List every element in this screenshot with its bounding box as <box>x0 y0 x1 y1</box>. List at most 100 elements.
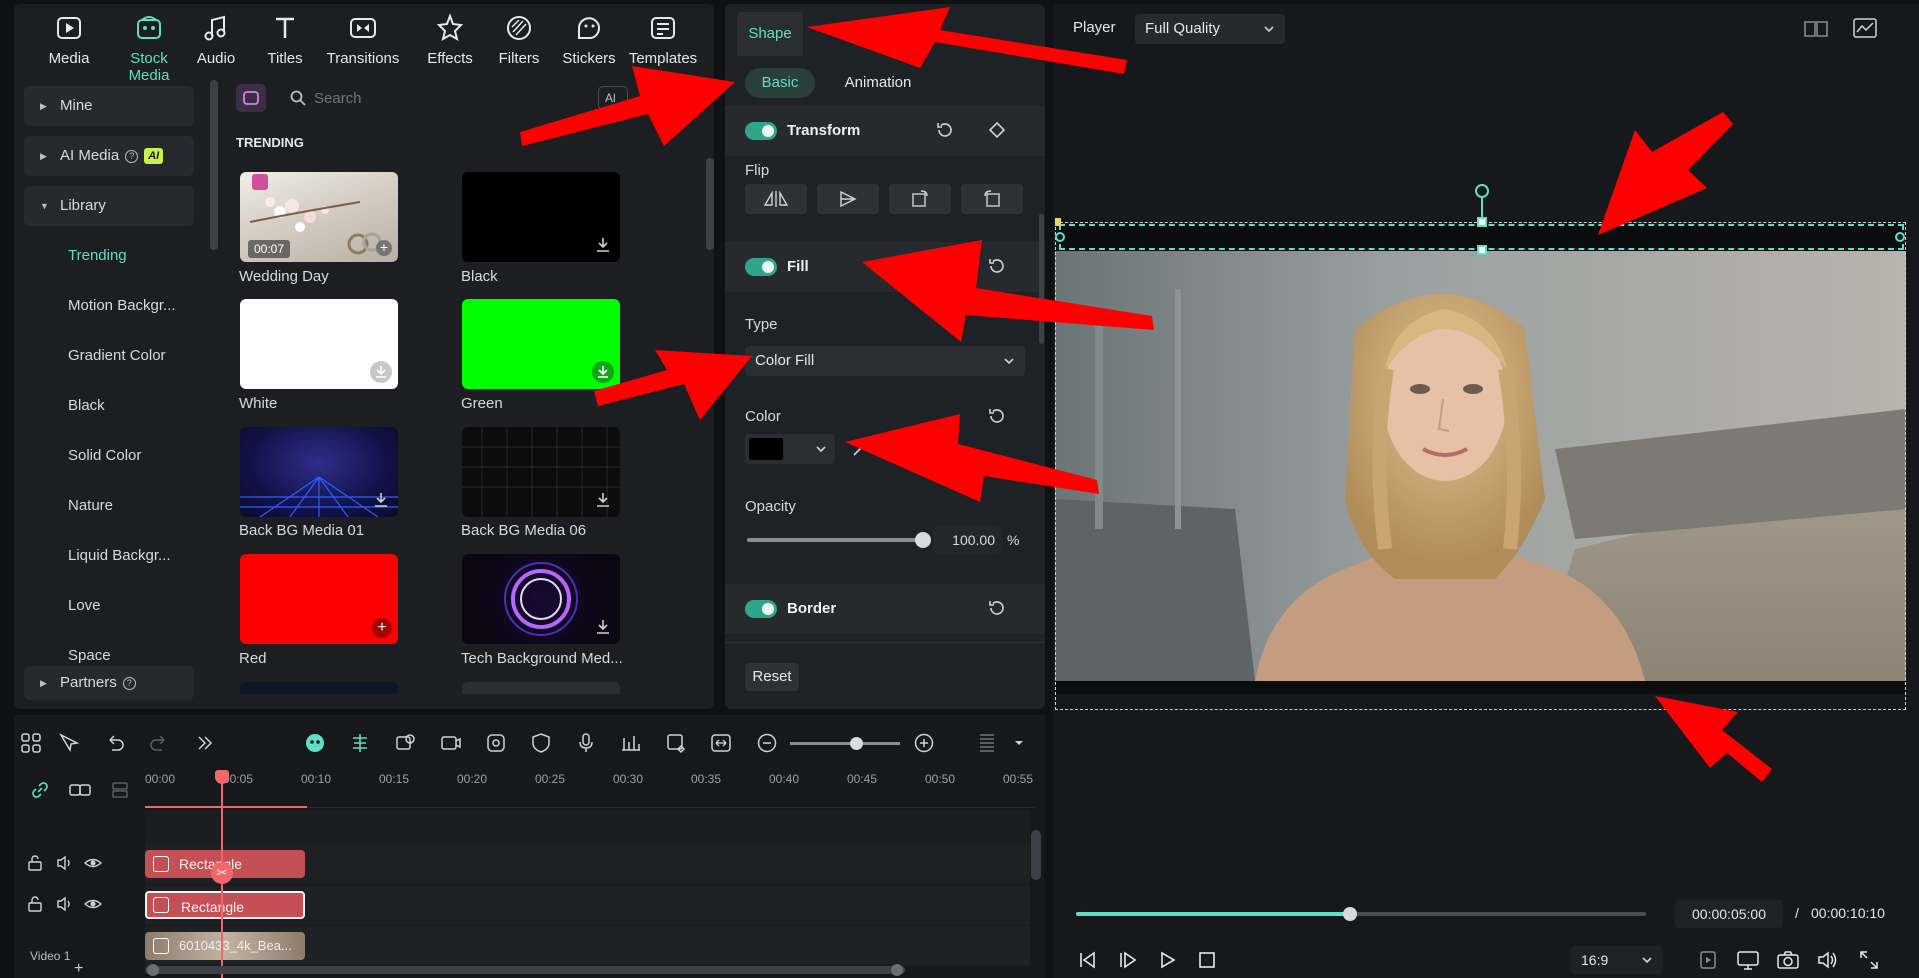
ai-video-icon[interactable] <box>440 732 462 754</box>
thumbnail-white[interactable] <box>240 299 398 389</box>
playback-handle[interactable] <box>1342 907 1357 921</box>
eye-icon[interactable] <box>84 855 102 871</box>
opacity-slider-knob[interactable] <box>915 532 931 548</box>
eyedropper-icon[interactable] <box>851 440 869 458</box>
microphone-icon[interactable] <box>575 732 597 754</box>
thumbnail-tech-background[interactable] <box>462 554 620 644</box>
download-icon[interactable] <box>372 491 390 509</box>
fill-type-select[interactable]: Color Fill <box>745 346 1025 376</box>
chevron-down-icon[interactable] <box>1008 732 1030 754</box>
help-icon[interactable]: ? <box>125 149 139 163</box>
aspect-ratio-dropdown[interactable]: 16:9 <box>1571 946 1663 974</box>
scroll-handle-left[interactable] <box>147 964 159 976</box>
fill-toggle[interactable] <box>745 258 777 276</box>
color-picker[interactable] <box>745 434 835 464</box>
fullscreen-icon[interactable] <box>1859 950 1879 970</box>
volume-icon[interactable] <box>1817 950 1839 970</box>
add-icon[interactable]: + <box>372 618 392 638</box>
scopes-icon[interactable] <box>1853 18 1877 38</box>
keyframe-panel-icon[interactable] <box>665 732 687 754</box>
reset-icon[interactable] <box>987 406 1007 426</box>
tab-shape[interactable]: Shape <box>737 12 803 56</box>
resize-handle-right[interactable] <box>1895 232 1905 242</box>
add-track-button[interactable]: + <box>74 960 83 978</box>
rotate-right-button[interactable] <box>889 184 951 214</box>
layout-icon[interactable] <box>20 732 42 754</box>
ai-copilot-icon[interactable] <box>304 732 326 754</box>
tab-audio[interactable]: Audio <box>176 12 256 67</box>
snapshot-icon[interactable] <box>1777 950 1799 970</box>
thumbnail-black[interactable] <box>462 172 620 262</box>
sidebar-scrollbar[interactable] <box>210 80 218 250</box>
thumbnail-back-bg-media-01[interactable] <box>240 427 398 517</box>
timeline-horizontal-scrollbar[interactable] <box>145 966 905 974</box>
grid-scrollbar[interactable] <box>706 158 714 250</box>
download-icon[interactable] <box>372 363 390 381</box>
sidebar-item-solid-color[interactable]: Solid Color <box>24 436 194 476</box>
render-preview-icon[interactable] <box>1699 950 1717 970</box>
resize-handle-top[interactable] <box>1477 217 1487 227</box>
thumbnail-back-bg-media-06[interactable] <box>462 427 620 517</box>
stop-icon[interactable] <box>1197 950 1217 970</box>
timeline-clip-rectangle-selected[interactable]: Rectangle <box>145 891 305 919</box>
tab-stickers[interactable]: Stickers <box>549 12 629 67</box>
download-icon[interactable] <box>594 236 612 254</box>
audio-mixer-icon[interactable] <box>620 732 642 754</box>
tab-effects[interactable]: Effects <box>410 12 490 67</box>
tab-filters[interactable]: Filters <box>479 12 559 67</box>
thumbnail-partial[interactable] <box>240 682 398 694</box>
lock-icon[interactable] <box>27 855 43 871</box>
sidebar-item-partners[interactable]: ▶ Partners? <box>24 666 194 700</box>
sidebar-item-liquid-backgrounds[interactable]: Liquid Backgr... <box>24 536 194 576</box>
auto-snap-icon[interactable] <box>349 732 371 754</box>
playhead-handle[interactable] <box>215 770 229 784</box>
compare-view-icon[interactable] <box>1804 20 1828 38</box>
add-track-icon[interactable] <box>68 780 92 800</box>
sidebar-item-black[interactable]: Black <box>24 386 194 426</box>
current-time[interactable]: 00:00:05:00 <box>1675 900 1783 928</box>
subtab-animation[interactable]: Animation <box>833 68 923 98</box>
display-settings-icon[interactable] <box>1737 950 1759 970</box>
select-tool-icon[interactable] <box>58 732 80 754</box>
sidebar-item-love[interactable]: Love <box>24 586 194 626</box>
border-toggle[interactable] <box>745 600 777 618</box>
subtab-basic[interactable]: Basic <box>745 68 815 98</box>
tab-media[interactable]: Media <box>29 12 109 67</box>
speed-icon[interactable] <box>485 732 507 754</box>
reset-button[interactable]: Reset <box>745 663 799 691</box>
quality-dropdown[interactable]: Full Quality <box>1135 14 1285 44</box>
reset-icon[interactable] <box>935 120 955 140</box>
thumbnail-green[interactable] <box>462 299 620 389</box>
sidebar-item-ai-media[interactable]: ▶ AI Media? AI <box>24 136 194 176</box>
sidebar-item-library[interactable]: ▼ Library <box>24 186 194 226</box>
tab-titles[interactable]: Titles <box>245 12 325 67</box>
transform-toggle[interactable] <box>745 122 777 140</box>
zoom-slider-knob[interactable] <box>850 737 863 750</box>
search-input[interactable] <box>314 86 594 110</box>
silence-detect-icon[interactable] <box>394 732 416 754</box>
track-manage-icon[interactable] <box>110 780 130 800</box>
eye-icon[interactable] <box>84 896 102 912</box>
thumbnail-partial[interactable] <box>462 682 620 694</box>
undo-icon[interactable] <box>104 732 126 754</box>
sidebar-item-motion-backgrounds[interactable]: Motion Backgr... <box>24 286 194 326</box>
mask-icon[interactable] <box>530 732 552 754</box>
help-icon[interactable]: ? <box>122 676 136 690</box>
resize-handle-bottom[interactable] <box>1477 245 1487 255</box>
property-scrollbar[interactable] <box>1039 214 1044 344</box>
lock-icon[interactable] <box>27 896 43 912</box>
scroll-handle-right[interactable] <box>891 964 903 976</box>
sidebar-item-nature[interactable]: Nature <box>24 486 194 526</box>
play-icon[interactable] <box>1157 950 1177 970</box>
redo-icon[interactable] <box>148 732 170 754</box>
stock-source-button[interactable] <box>236 84 266 112</box>
sidebar-item-trending[interactable]: Trending <box>24 236 194 276</box>
scissors-icon[interactable]: ✂ <box>211 862 233 884</box>
resize-handle-left[interactable] <box>1055 232 1065 242</box>
timeline-vertical-scrollbar[interactable] <box>1031 830 1041 880</box>
sidebar-item-gradient-color[interactable]: Gradient Color <box>24 336 194 376</box>
zoom-out-icon[interactable] <box>756 732 778 754</box>
timeline-ruler[interactable] <box>145 770 1035 808</box>
thumbnail-red[interactable]: + <box>240 554 398 644</box>
mute-icon[interactable] <box>56 855 74 871</box>
